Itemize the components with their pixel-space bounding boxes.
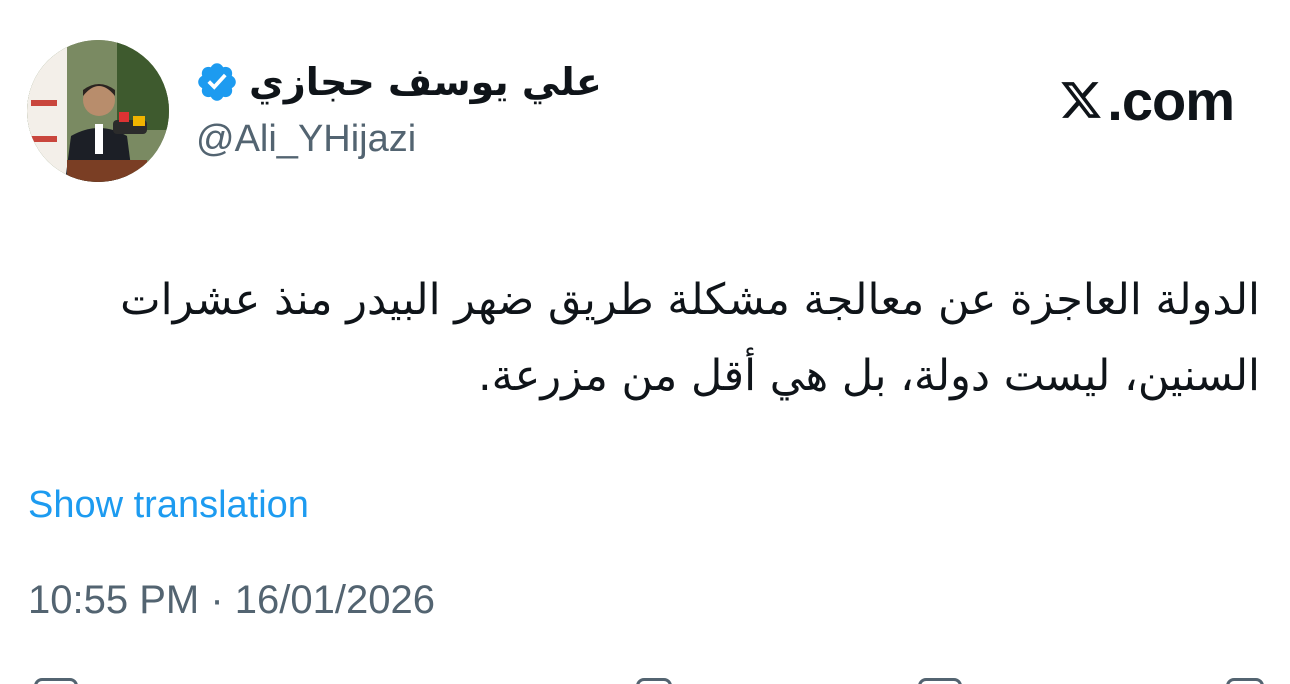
tweet-timestamp[interactable]: 10:55 PM · 16/01/2026: [28, 578, 435, 623]
share-icon[interactable]: [1226, 678, 1264, 684]
tweet-text: الدولة العاجزة عن معالجة مشكلة طريق ضهر …: [120, 275, 1260, 401]
reply-icon[interactable]: [34, 678, 78, 684]
avatar-photo: [27, 40, 169, 182]
author-name-row: علي يوسف حجازي: [195, 52, 602, 112]
x-logo-icon: [1061, 82, 1102, 118]
author-display-name[interactable]: علي يوسف حجازي: [249, 60, 602, 104]
avatar[interactable]: [27, 40, 169, 182]
brand-domain-text: .com: [1107, 68, 1235, 132]
show-translation-link[interactable]: Show translation: [28, 484, 309, 527]
author-handle[interactable]: @Ali_YHijazi: [196, 118, 416, 161]
action-bar: [0, 672, 1290, 684]
bookmark-icon[interactable]: [918, 678, 962, 684]
like-icon[interactable]: [636, 678, 672, 684]
verified-badge-icon: [198, 63, 236, 101]
tweet-card: علي يوسف حجازي @Ali_YHijazi .com الدولة …: [0, 0, 1290, 684]
brand-watermark: .com: [1057, 68, 1235, 132]
